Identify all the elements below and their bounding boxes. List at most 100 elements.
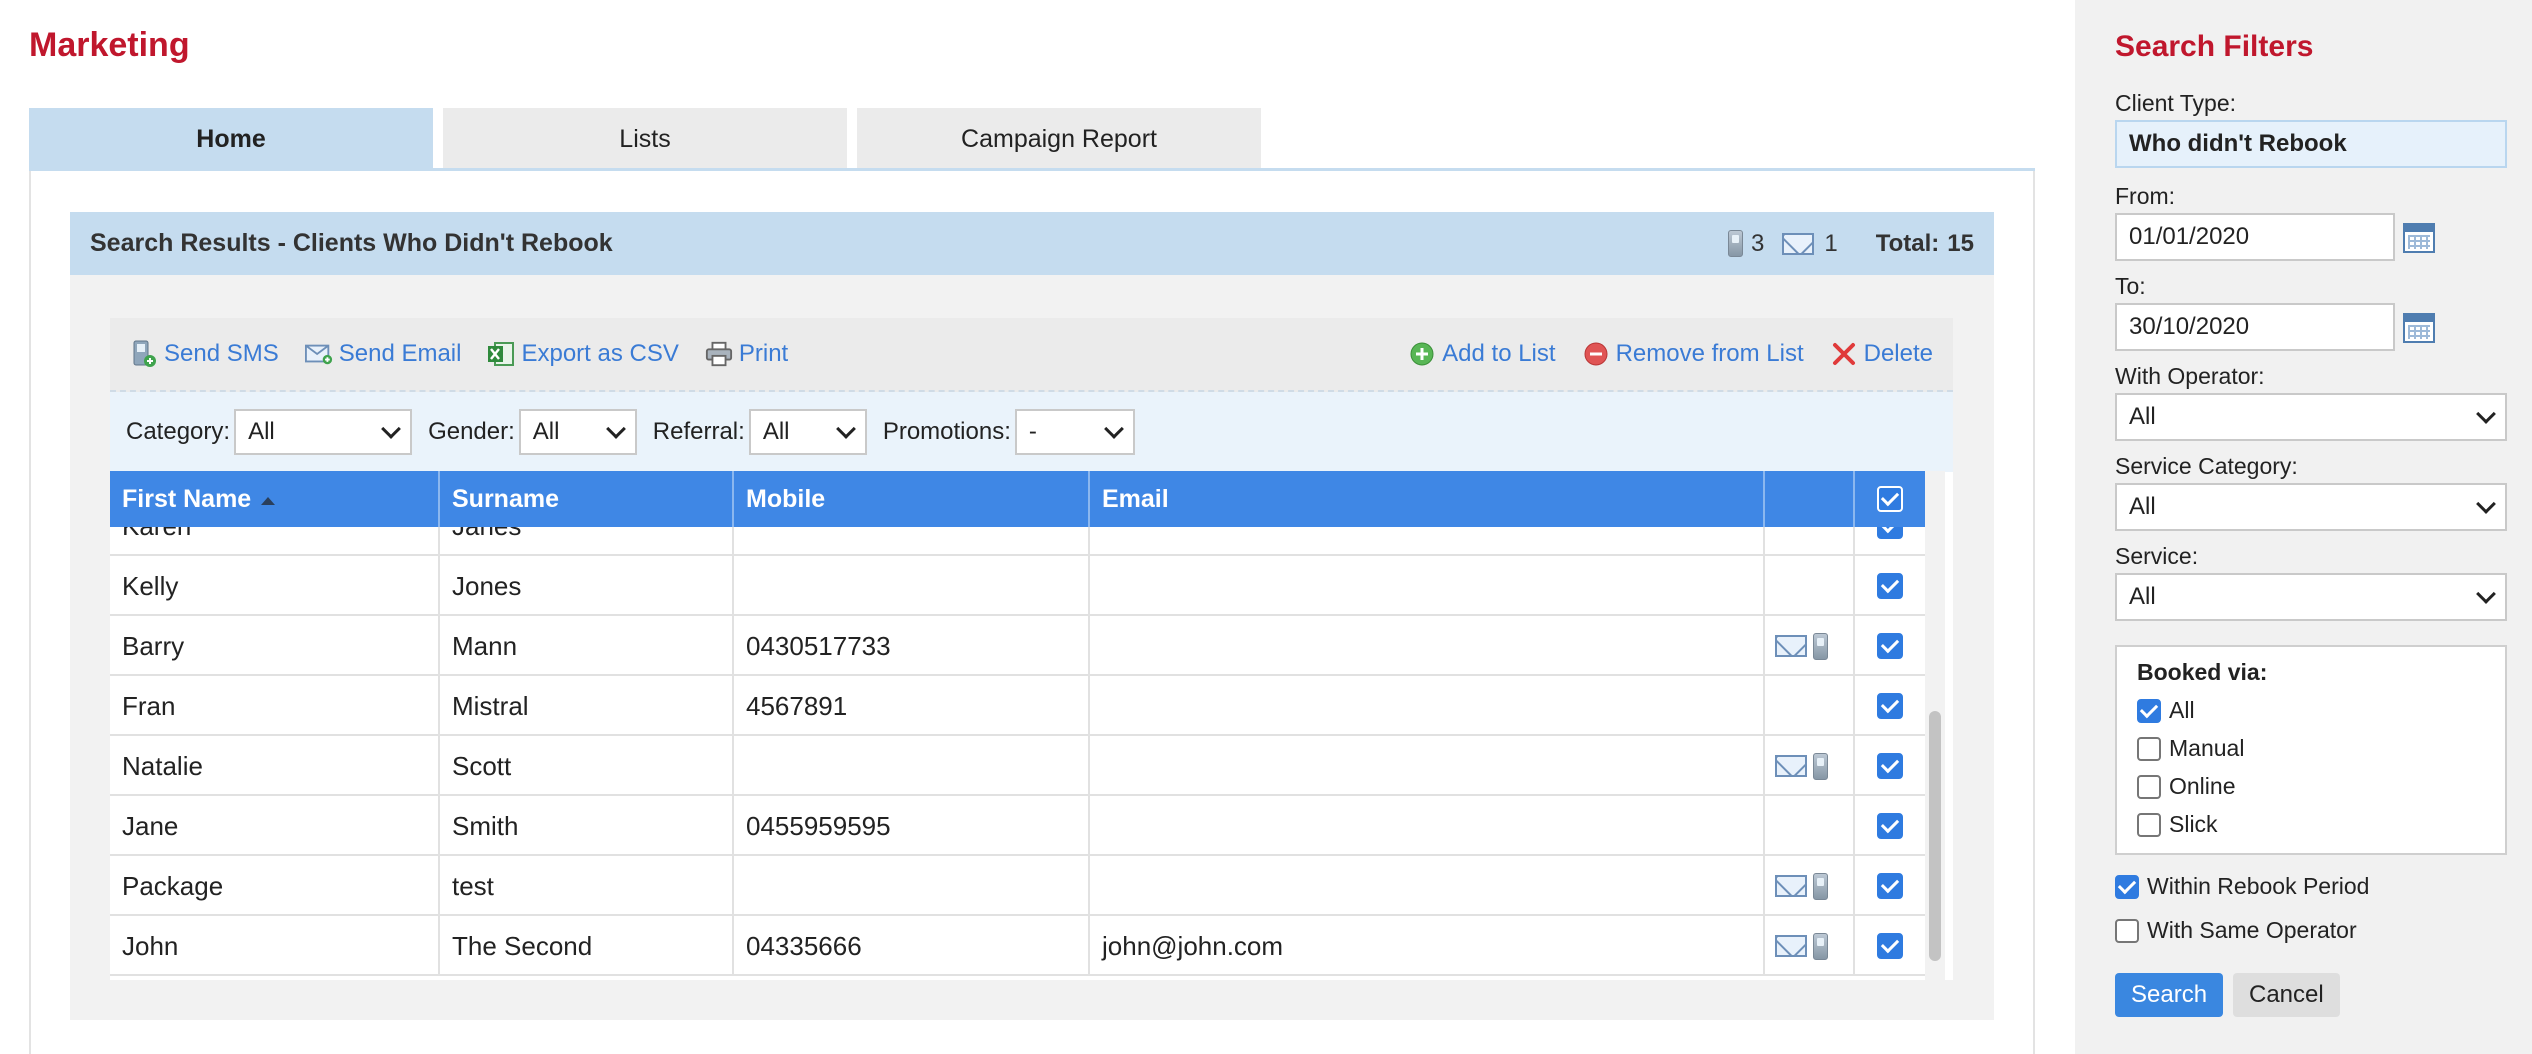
cancel-button[interactable]: Cancel — [2233, 973, 2340, 1017]
service-category-value: All — [2129, 493, 2156, 520]
with-same-operator[interactable]: With Same Operator — [2115, 917, 2357, 944]
table-row[interactable]: Package test — [110, 856, 1925, 916]
row-select-checkbox[interactable] — [1877, 753, 1903, 779]
add-circle-icon — [1408, 340, 1436, 368]
cell-contact-icons — [1765, 616, 1855, 676]
booked-via-slick-checkbox[interactable] — [2137, 812, 2161, 837]
within-rebook-period[interactable]: Within Rebook Period — [2115, 873, 2369, 900]
column-surname[interactable]: Surname — [440, 471, 734, 527]
table-scrollbar[interactable] — [1925, 471, 1945, 980]
row-select-checkbox[interactable] — [1877, 873, 1903, 899]
table-row[interactable]: John The Second 04335666 john@john.com — [110, 916, 1925, 976]
cell-select — [1855, 856, 1925, 916]
cell-surname: test — [440, 856, 734, 916]
export-csv-button[interactable]: Export as CSV — [487, 340, 679, 368]
column-contact-icons — [1765, 471, 1855, 527]
row-select-checkbox[interactable] — [1877, 933, 1903, 959]
cell-email — [1090, 856, 1765, 916]
client-type-field[interactable]: Who didn't Rebook — [2115, 120, 2507, 168]
table-row[interactable]: Natalie Scott — [110, 736, 1925, 796]
row-select-checkbox[interactable] — [1877, 813, 1903, 839]
with-operator-value: All — [2129, 403, 2156, 430]
booked-via-online-label: Online — [2169, 773, 2236, 799]
table-row[interactable]: Kelly Jones — [110, 556, 1925, 616]
send-email-label: Send Email — [338, 340, 462, 367]
booked-via-all-checkbox[interactable] — [2137, 698, 2161, 723]
client-type-label: Client Type: — [2115, 90, 2237, 116]
email-icon — [304, 340, 333, 368]
select-all-checkbox[interactable] — [1877, 486, 1903, 512]
column-select-all — [1855, 471, 1925, 527]
remove-circle-icon — [1582, 340, 1610, 368]
table-row[interactable]: Barry Mann 0430517733 — [110, 616, 1925, 676]
sort-ascending-icon — [261, 497, 276, 505]
tab-home[interactable]: Home — [29, 108, 433, 170]
table-row[interactable]: Fran Mistral 4567891 — [110, 676, 1925, 736]
cell-contact-icons — [1765, 916, 1855, 976]
print-label: Print — [738, 340, 789, 367]
column-first-name[interactable]: First Name — [110, 471, 440, 527]
send-sms-button[interactable]: Send SMS — [130, 340, 279, 368]
remove-from-list-button[interactable]: Remove from List — [1582, 340, 1804, 368]
add-to-list-label: Add to List — [1442, 340, 1556, 367]
booked-via-manual-checkbox[interactable] — [2137, 736, 2161, 761]
service-select[interactable]: All — [2115, 573, 2507, 621]
mobile-phone-icon — [1813, 752, 1828, 780]
page-title: Marketing — [29, 26, 190, 64]
row-select-checkbox[interactable] — [1877, 693, 1903, 719]
column-first-name-label: First Name — [122, 484, 252, 513]
cell-email: john@john.com — [1090, 916, 1765, 976]
add-to-list-button[interactable]: Add to List — [1408, 340, 1556, 368]
from-date-value: 01/01/2020 — [2129, 223, 2250, 250]
category-value: All — [248, 418, 275, 445]
promotions-select[interactable]: - — [1014, 409, 1135, 455]
from-date-input[interactable]: 01/01/2020 — [2115, 213, 2395, 261]
tab-lists[interactable]: Lists — [443, 108, 847, 170]
booked-via-all[interactable]: All — [2137, 697, 2195, 724]
to-date-input[interactable]: 30/10/2020 — [2115, 303, 2395, 351]
print-button[interactable]: Print — [705, 340, 788, 368]
column-email[interactable]: Email — [1090, 471, 1765, 527]
service-category-select[interactable]: All — [2115, 483, 2507, 531]
booked-via-slick[interactable]: Slick — [2137, 811, 2218, 838]
within-rebook-period-checkbox[interactable] — [2115, 874, 2139, 899]
cell-first-name: Package — [110, 856, 440, 916]
results-header: Search Results - Clients Who Didn't Rebo… — [70, 212, 1994, 275]
envelope-icon — [1775, 935, 1807, 957]
cell-surname: Scott — [440, 736, 734, 796]
total-value: 15 — [1947, 229, 1974, 257]
booked-via-manual[interactable]: Manual — [2137, 735, 2244, 762]
row-select-checkbox[interactable] — [1877, 633, 1903, 659]
cell-contact-icons — [1765, 676, 1855, 736]
send-email-button[interactable]: Send Email — [304, 340, 462, 368]
table-row[interactable]: Jane Smith 0455959595 — [110, 796, 1925, 856]
cell-mobile: 0455959595 — [734, 796, 1090, 856]
cell-email — [1090, 556, 1765, 616]
cell-first-name: Fran — [110, 676, 440, 736]
row-select-checkbox[interactable] — [1877, 573, 1903, 599]
with-operator-select[interactable]: All — [2115, 393, 2507, 441]
chevron-down-icon — [2476, 404, 2496, 424]
envelope-icon — [1775, 635, 1807, 657]
tab-campaign-report[interactable]: Campaign Report — [857, 108, 1261, 170]
service-category-label: Service Category: — [2115, 453, 2298, 479]
column-surname-label: Surname — [452, 484, 559, 513]
column-mobile[interactable]: Mobile — [734, 471, 1090, 527]
booked-via-online[interactable]: Online — [2137, 773, 2235, 800]
search-button[interactable]: Search — [2115, 973, 2224, 1017]
cell-contact-icons — [1765, 736, 1855, 796]
referral-select[interactable]: All — [748, 409, 867, 455]
email-count: 1 — [1782, 230, 1838, 258]
from-label: From: — [2115, 183, 2176, 209]
calendar-icon[interactable] — [2403, 223, 2435, 253]
category-select[interactable]: All — [234, 409, 413, 455]
export-csv-label: Export as CSV — [521, 340, 679, 367]
calendar-icon[interactable] — [2403, 313, 2435, 343]
gender-select[interactable]: All — [518, 409, 637, 455]
booked-via-online-checkbox[interactable] — [2137, 774, 2161, 799]
delete-button[interactable]: Delete — [1830, 340, 1933, 368]
column-mobile-label: Mobile — [746, 484, 826, 513]
scrollbar-thumb[interactable] — [1929, 711, 1941, 961]
cell-mobile: 04335666 — [734, 916, 1090, 976]
with-same-operator-checkbox[interactable] — [2115, 918, 2139, 943]
